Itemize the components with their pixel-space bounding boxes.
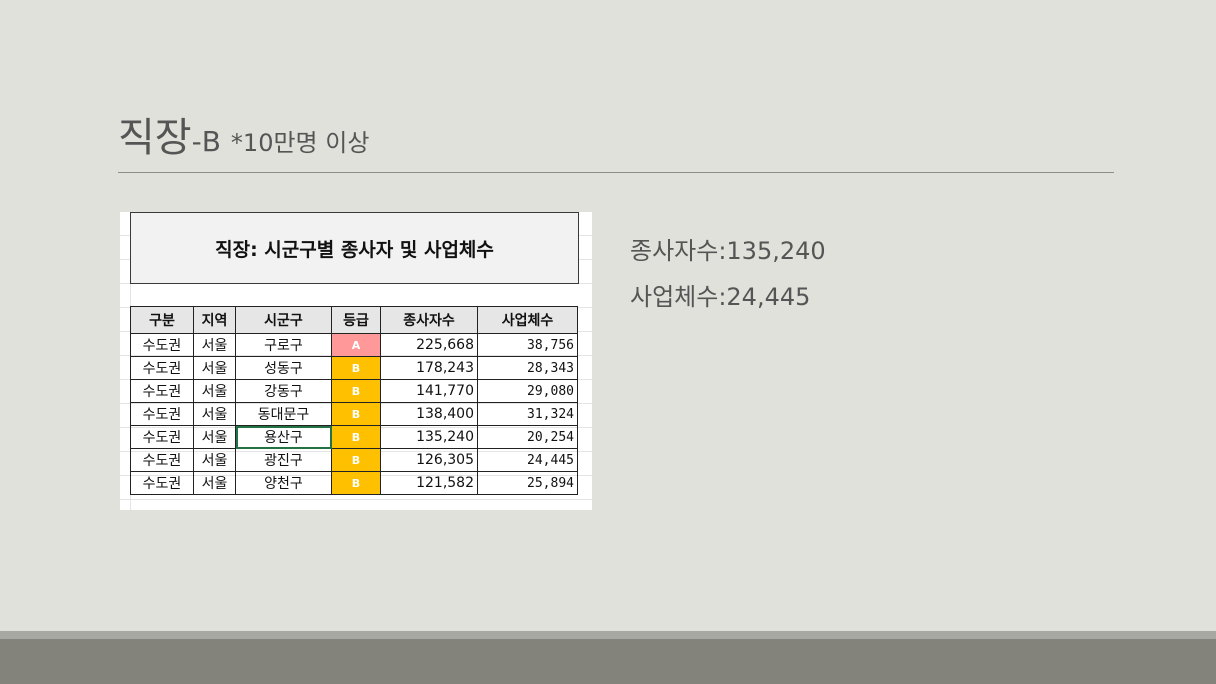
cell-category[interactable]: 수도권 <box>130 402 194 426</box>
cell-category[interactable]: 수도권 <box>130 425 194 449</box>
cell-employees[interactable]: 126,305 <box>380 448 478 472</box>
cell-employees[interactable]: 141,770 <box>380 379 478 403</box>
cell-region[interactable]: 서울 <box>193 333 236 357</box>
cell-businesses[interactable]: 24,445 <box>477 448 578 472</box>
cell-district[interactable]: 동대문구 <box>235 402 332 426</box>
table-row: 수도권 서울 용산구 B 135,240 20,254 <box>130 425 578 449</box>
cell-grade[interactable]: B <box>331 356 381 380</box>
cell-district[interactable]: 양천구 <box>235 471 332 495</box>
stats-panel: 종사자수:135,240 사업체수:24,445 <box>630 228 826 320</box>
cell-category[interactable]: 수도권 <box>130 471 194 495</box>
table-row: 수도권 서울 동대문구 B 138,400 31,324 <box>130 402 578 426</box>
slide-title-sub: -B <box>191 125 221 158</box>
cell-region[interactable]: 서울 <box>193 379 236 403</box>
cell-grade[interactable]: B <box>331 471 381 495</box>
cell-grade[interactable]: B <box>331 379 381 403</box>
cell-district[interactable]: 성동구 <box>235 356 332 380</box>
footer-accent-band <box>0 631 1216 639</box>
title-divider <box>118 172 1114 173</box>
table-row: 수도권 서울 양천구 B 121,582 25,894 <box>130 471 578 495</box>
data-table: 구분 지역 시군구 등급 종사자수 사업체수 수도권 서울 구로구 A 225,… <box>130 306 578 495</box>
slide-title-note: *10만명 이상 <box>230 129 370 157</box>
cell-category[interactable]: 수도권 <box>130 333 194 357</box>
table-row: 수도권 서울 구로구 A 225,668 38,756 <box>130 333 578 357</box>
table-row: 수도권 서울 강동구 B 141,770 29,080 <box>130 379 578 403</box>
header-grade[interactable]: 등급 <box>331 306 381 334</box>
sheet-title: 직장: 시군구별 종사자 및 사업체수 <box>130 212 579 284</box>
table-header-row: 구분 지역 시군구 등급 종사자수 사업체수 <box>130 306 578 334</box>
cell-businesses[interactable]: 29,080 <box>477 379 578 403</box>
cell-district-selected[interactable]: 용산구 <box>235 425 332 449</box>
table-row: 수도권 서울 성동구 B 178,243 28,343 <box>130 356 578 380</box>
table-row: 수도권 서울 광진구 B 126,305 24,445 <box>130 448 578 472</box>
cell-grade[interactable]: B <box>331 448 381 472</box>
cell-district[interactable]: 강동구 <box>235 379 332 403</box>
cell-region[interactable]: 서울 <box>193 471 236 495</box>
cell-grade[interactable]: B <box>331 425 381 449</box>
cell-employees[interactable]: 138,400 <box>380 402 478 426</box>
cell-businesses[interactable]: 25,894 <box>477 471 578 495</box>
cell-employees[interactable]: 225,668 <box>380 333 478 357</box>
slide-title: 직장-B *10만명 이상 <box>118 118 369 158</box>
cell-category[interactable]: 수도권 <box>130 356 194 380</box>
cell-employees[interactable]: 178,243 <box>380 356 478 380</box>
stat-employees: 종사자수:135,240 <box>630 237 826 265</box>
cell-grade[interactable]: A <box>331 333 381 357</box>
stat-businesses: 사업체수:24,445 <box>630 283 811 311</box>
header-category[interactable]: 구분 <box>130 306 194 334</box>
cell-grade[interactable]: B <box>331 402 381 426</box>
cell-employees[interactable]: 135,240 <box>380 425 478 449</box>
cell-region[interactable]: 서울 <box>193 402 236 426</box>
slide-title-main: 직장 <box>118 115 192 161</box>
cell-region[interactable]: 서울 <box>193 356 236 380</box>
header-businesses[interactable]: 사업체수 <box>477 306 578 334</box>
cell-district[interactable]: 구로구 <box>235 333 332 357</box>
cell-category[interactable]: 수도권 <box>130 379 194 403</box>
cell-businesses[interactable]: 31,324 <box>477 402 578 426</box>
footer-band <box>0 639 1216 684</box>
cell-businesses[interactable]: 38,756 <box>477 333 578 357</box>
cell-businesses[interactable]: 28,343 <box>477 356 578 380</box>
cell-employees[interactable]: 121,582 <box>380 471 478 495</box>
cell-district[interactable]: 광진구 <box>235 448 332 472</box>
header-region[interactable]: 지역 <box>193 306 236 334</box>
spreadsheet-screenshot: 직장: 시군구별 종사자 및 사업체수 구분 지역 시군구 등급 종사자수 사업… <box>120 212 592 510</box>
header-employees[interactable]: 종사자수 <box>380 306 478 334</box>
cell-region[interactable]: 서울 <box>193 425 236 449</box>
cell-region[interactable]: 서울 <box>193 448 236 472</box>
header-district[interactable]: 시군구 <box>235 306 332 334</box>
cell-businesses[interactable]: 20,254 <box>477 425 578 449</box>
cell-category[interactable]: 수도권 <box>130 448 194 472</box>
